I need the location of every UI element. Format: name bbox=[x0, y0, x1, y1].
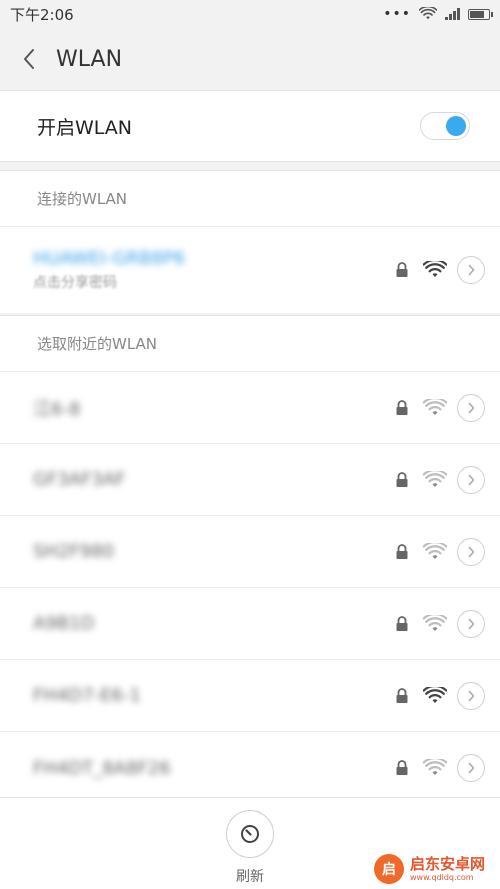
chevron-right-icon bbox=[468, 264, 475, 276]
connected-section: 连接的WLAN HUAWEI-GRB8P6 点击分享密码 bbox=[0, 170, 500, 313]
header: WLAN bbox=[0, 28, 500, 90]
nearby-network-list: 江6-8 GF3AF3AF SH2F980 A9B1D FH4D7-E6-1 FH4DT_… bbox=[0, 372, 500, 804]
refresh-button[interactable]: 刷新 bbox=[224, 810, 276, 886]
refresh-label: 刷新 bbox=[236, 869, 264, 885]
wifi-weak-icon bbox=[423, 542, 447, 559]
network-details-button[interactable] bbox=[457, 537, 485, 566]
network-details-button[interactable] bbox=[457, 754, 485, 782]
refresh-icon bbox=[241, 825, 259, 843]
lock-icon bbox=[396, 471, 408, 487]
lock-icon bbox=[396, 760, 408, 775]
network-row[interactable]: SH2F980 bbox=[0, 516, 500, 588]
chevron-right-icon bbox=[468, 473, 475, 486]
network-details-button[interactable] bbox=[457, 256, 485, 284]
wifi-status-icon bbox=[419, 7, 437, 20]
status-bar: 下午2:06 ••• bbox=[0, 0, 500, 28]
connected-network-name: HUAWEI-GRB8P6 bbox=[33, 248, 186, 269]
back-button[interactable] bbox=[6, 28, 52, 90]
network-row[interactable]: 江6-8 bbox=[0, 372, 500, 444]
chevron-right-icon bbox=[468, 762, 475, 774]
watermark-name: 启东安卓网 bbox=[410, 854, 486, 873]
network-row[interactable]: GF3AF3AF bbox=[0, 444, 500, 516]
row-icons bbox=[395, 754, 485, 782]
chevron-right-icon bbox=[468, 689, 475, 702]
row-icons bbox=[395, 465, 485, 494]
network-name: FH4D7-E6-1 bbox=[33, 685, 141, 706]
wifi-strong-icon bbox=[423, 261, 447, 277]
connected-network-row[interactable]: HUAWEI-GRB8P6 点击分享密码 bbox=[0, 227, 500, 313]
lock-icon bbox=[396, 262, 408, 277]
chevron-right-icon bbox=[468, 545, 475, 558]
nearby-section-title: 选取附近的WLAN bbox=[0, 316, 500, 372]
network-details-button[interactable] bbox=[457, 681, 485, 710]
network-details-button[interactable] bbox=[457, 393, 485, 422]
nearby-section: 选取附近的WLAN 江6-8 GF3AF3AF SH2F980 A9B1D FH4D7-… bbox=[0, 315, 500, 804]
watermark: 启 启东安卓网 www.qdldq.com bbox=[374, 854, 485, 884]
network-row[interactable]: A9B1D bbox=[0, 588, 500, 660]
chevron-right-icon bbox=[468, 617, 475, 630]
network-name: GF3AF3AF bbox=[33, 469, 126, 490]
page-title: WLAN bbox=[56, 46, 123, 72]
lock-icon bbox=[396, 399, 408, 415]
status-time: 下午2:06 bbox=[10, 5, 74, 24]
switch-knob bbox=[446, 116, 466, 136]
network-details-button[interactable] bbox=[457, 609, 485, 638]
wifi-weak-icon bbox=[423, 470, 447, 487]
wlan-toggle-label: 开启WLAN bbox=[37, 116, 133, 139]
watermark-url: www.qdldq.com bbox=[410, 872, 474, 882]
wifi-weak-icon bbox=[423, 398, 447, 415]
wifi-weak-icon bbox=[423, 614, 447, 631]
network-details-button[interactable] bbox=[457, 465, 485, 494]
network-row[interactable]: FH4DT_8A8F26 bbox=[0, 732, 500, 804]
wlan-toggle-row: 开启WLAN bbox=[0, 90, 500, 162]
row-icons bbox=[395, 256, 485, 284]
battery-icon bbox=[468, 8, 493, 20]
row-icons bbox=[395, 393, 485, 422]
row-icons bbox=[395, 681, 485, 710]
watermark-logo-icon: 启 bbox=[374, 854, 404, 884]
watermark-text: 启东安卓网 www.qdldq.com bbox=[410, 854, 486, 882]
wifi-weak-icon bbox=[423, 759, 447, 775]
row-icons bbox=[395, 537, 485, 566]
wlan-switch[interactable] bbox=[420, 112, 470, 140]
network-name: 江6-8 bbox=[33, 398, 81, 420]
network-name: SH2F980 bbox=[33, 541, 115, 562]
notification-dots: ••• bbox=[383, 6, 411, 22]
lock-icon bbox=[396, 543, 408, 559]
wifi-strong-icon bbox=[423, 686, 447, 703]
connected-network-subtitle: 点击分享密码 bbox=[33, 275, 117, 291]
connected-section-title: 连接的WLAN bbox=[0, 171, 500, 227]
row-icons bbox=[395, 609, 485, 638]
connected-network-text: HUAWEI-GRB8P6 点击分享密码 bbox=[33, 248, 185, 292]
lock-icon bbox=[396, 687, 408, 703]
chevron-left-icon bbox=[24, 49, 34, 69]
status-icons: ••• bbox=[383, 6, 493, 22]
network-name: A9B1D bbox=[33, 613, 95, 634]
cell-signal-icon bbox=[445, 8, 460, 20]
lock-icon bbox=[396, 615, 408, 631]
refresh-circle bbox=[226, 810, 274, 858]
network-row[interactable]: FH4D7-E6-1 bbox=[0, 660, 500, 732]
network-name: FH4DT_8A8F26 bbox=[33, 757, 171, 779]
chevron-right-icon bbox=[468, 401, 475, 414]
